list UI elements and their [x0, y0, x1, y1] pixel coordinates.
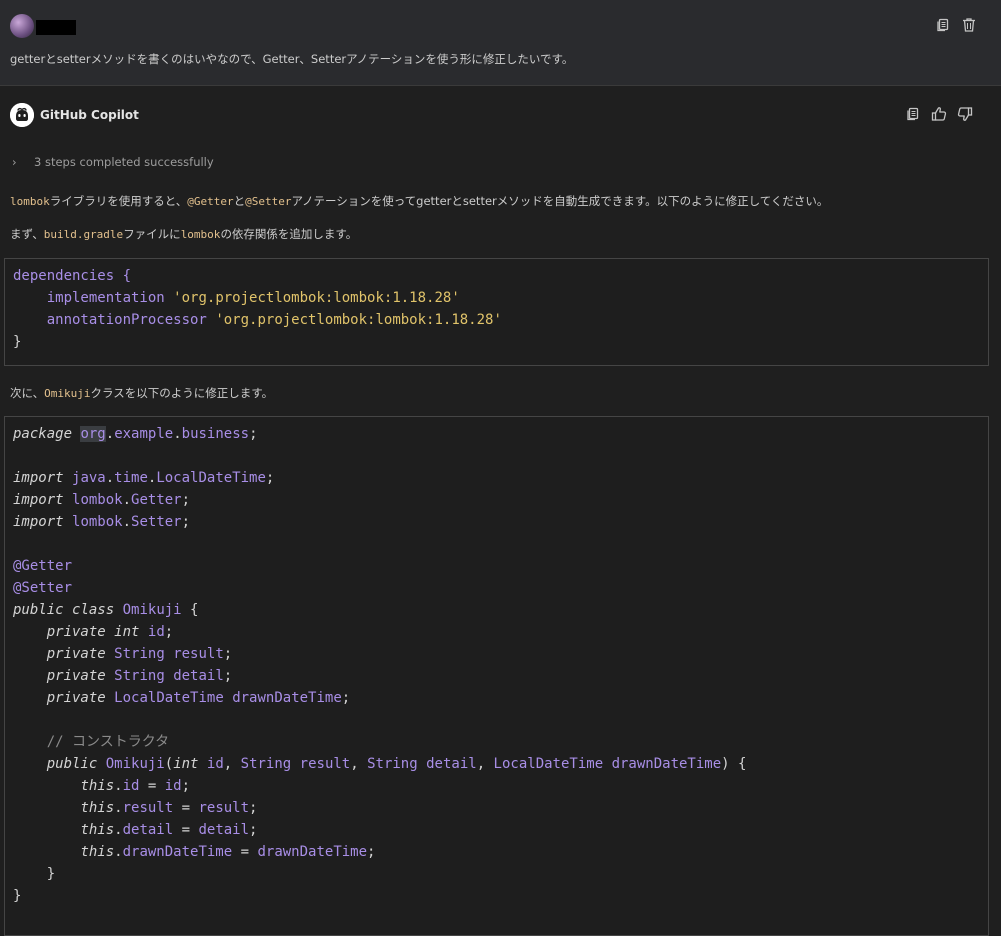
code-line: @Getter: [13, 558, 73, 574]
steps-label: 3 steps completed successfully: [34, 155, 214, 169]
copilot-logo: [10, 103, 34, 127]
text: クラスを以下のように修正します。: [90, 386, 274, 400]
code-line: this.result = result;: [80, 800, 258, 816]
thumbs-down-icon: [957, 107, 973, 121]
response-paragraph-2: まず、build.gradleファイルにlombokの依存関係を追加します。: [10, 226, 357, 242]
trash-icon: [963, 18, 975, 32]
inline-code: build.gradle: [43, 228, 124, 241]
copy-icon: [937, 18, 949, 32]
code-line: this.id = id;: [80, 778, 191, 794]
avatar: [10, 14, 34, 38]
copy-icon: [907, 107, 919, 121]
inline-code: Omikuji: [44, 387, 91, 400]
java-code-block[interactable]: package org.example.business; import jav…: [4, 416, 989, 936]
code-line: import java.time.LocalDateTime;: [13, 470, 275, 486]
text: ファイルに: [123, 227, 181, 241]
code-line: annotationProcessor 'org.projectlombok:l…: [46, 312, 502, 328]
code-line: import lombok.Setter;: [13, 514, 191, 530]
thumbs-up-icon: [931, 107, 947, 121]
code-line: this.drawnDateTime = drawnDateTime;: [80, 844, 376, 860]
inline-code: @Setter: [245, 195, 292, 208]
code-line: public Omikuji(int id, String result, St…: [46, 756, 747, 772]
text: まず、: [10, 227, 44, 241]
code-line: dependencies {: [13, 268, 132, 284]
inline-code: @Getter: [187, 195, 234, 208]
code-line: }: [13, 888, 22, 904]
thumbs-down-button[interactable]: [955, 104, 975, 124]
steps-toggle[interactable]: › 3 steps completed successfully: [12, 155, 214, 169]
copilot-icon: [10, 103, 34, 127]
code-line: private String detail;: [46, 668, 233, 684]
inline-code: lombok: [180, 228, 221, 241]
code-line: implementation 'org.projectlombok:lombok…: [46, 290, 460, 306]
user-message: getterとsetterメソッドを書くのはいやなので、Getter、Sette…: [0, 0, 1001, 86]
inline-code: lombok: [10, 195, 50, 208]
code-line: }: [13, 334, 22, 350]
text: アノテーションを使ってgetterとsetterメソッドを自動生成できます。以下…: [291, 194, 829, 208]
code-line: package org.example.business;: [13, 426, 258, 442]
copy-response-button[interactable]: [903, 104, 923, 124]
thumbs-up-button[interactable]: [929, 104, 949, 124]
code-line: private LocalDateTime drawnDateTime;: [46, 690, 351, 706]
code-line: import lombok.Getter;: [13, 492, 191, 508]
delete-button[interactable]: [959, 15, 979, 35]
user-message-text: getterとsetterメソッドを書くのはいやなので、Getter、Sette…: [10, 52, 574, 66]
code-line: @Setter: [13, 580, 73, 596]
code-line: this.detail = detail;: [80, 822, 258, 838]
chevron-right-icon: ›: [12, 155, 17, 169]
code-line: private int id;: [46, 624, 174, 640]
copilot-name: GitHub Copilot: [40, 108, 139, 122]
code-line: public class Omikuji {: [13, 602, 199, 618]
gradle-code-block[interactable]: dependencies { implementation 'org.proje…: [4, 258, 989, 366]
response-paragraph-1: lombokライブラリを使用すると、@Getterと@Setterアノテーション…: [10, 193, 828, 209]
user-name-redacted: [36, 20, 76, 35]
text: の依存関係を追加します。: [220, 227, 358, 241]
response-paragraph-3: 次に、Omikujiクラスを以下のように修正します。: [10, 385, 273, 401]
text: 次に、: [10, 386, 45, 400]
text: ライブラリを使用すると、: [49, 194, 188, 208]
text: と: [233, 194, 246, 208]
code-line: // コンストラクタ: [46, 734, 170, 750]
code-line: }: [13, 866, 56, 882]
copy-button[interactable]: [933, 15, 953, 35]
code-line: private String result;: [46, 646, 233, 662]
